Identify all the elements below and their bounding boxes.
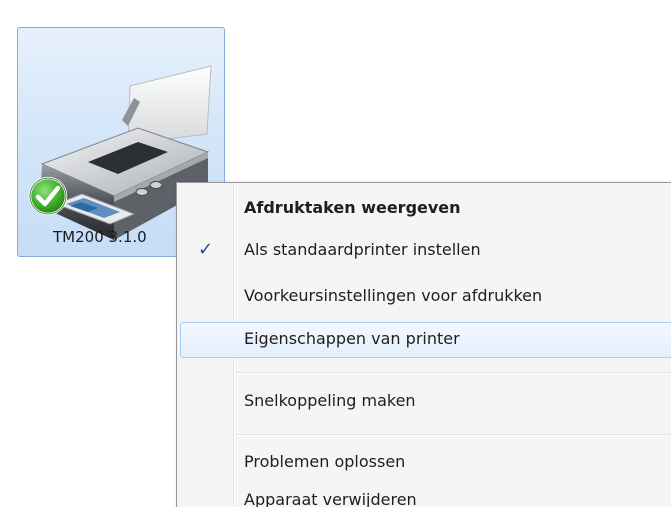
printer-name-label: TM200 3.1.0 [53,228,147,246]
menu-separator [236,434,671,436]
default-check-badge-icon [28,176,68,216]
menu-item-create-shortcut[interactable]: Snelkoppeling maken [180,384,671,420]
menu-item-remove-device[interactable]: Apparaat verwijderen [180,483,671,507]
menu-item-printer-properties[interactable]: Eigenschappen van printer [180,322,671,358]
menu-item-label: Eigenschappen van printer [244,329,460,348]
menu-item-set-default-printer[interactable]: ✓ Als standaardprinter instellen [180,233,671,269]
menu-item-label: Snelkoppeling maken [244,391,416,410]
menu-item-label: Problemen oplossen [244,452,406,471]
menu-separator [236,372,671,374]
menu-item-label: Apparaat verwijderen [244,490,417,507]
menu-item-label: Voorkeursinstellingen voor afdrukken [244,286,543,305]
menu-item-view-print-jobs[interactable]: Afdruktaken weergeven [180,191,671,227]
context-menu: Afdruktaken weergeven ✓ Als standaardpri… [176,182,671,507]
menu-item-label: Als standaardprinter instellen [244,240,481,259]
menu-item-troubleshoot[interactable]: Problemen oplossen [180,445,671,481]
checkmark-icon: ✓ [198,239,214,260]
menu-item-printing-preferences[interactable]: Voorkeursinstellingen voor afdrukken [180,279,671,315]
menu-item-label: Afdruktaken weergeven [244,198,461,217]
